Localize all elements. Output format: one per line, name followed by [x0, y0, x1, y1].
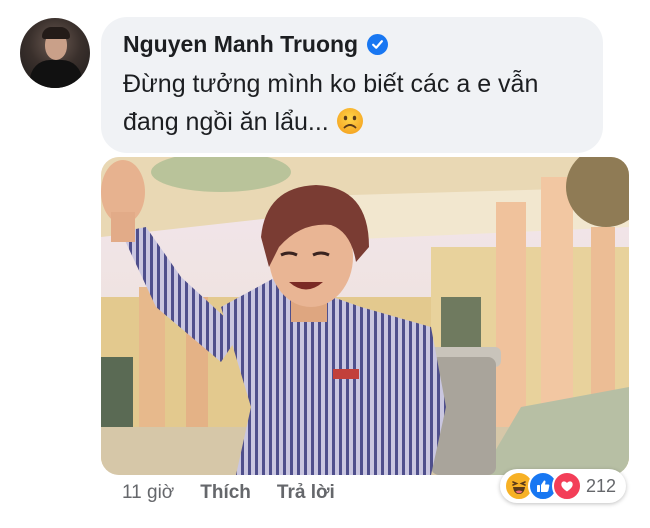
- frowning-face-emoji: [336, 107, 364, 135]
- avatar-body: [30, 60, 82, 88]
- author-name[interactable]: Nguyen Manh Truong: [123, 31, 358, 58]
- comment-text: Đừng tưởng mình ko biết các a e vẫn đang…: [123, 65, 593, 141]
- author-avatar[interactable]: [20, 18, 90, 88]
- comment-author[interactable]: Nguyen Manh Truong: [123, 31, 389, 58]
- comment-time[interactable]: 11 giờ: [122, 482, 174, 504]
- reply-button[interactable]: Trả lời: [277, 482, 335, 504]
- comment-photo[interactable]: [101, 157, 629, 475]
- comment-text-line-2: đang ngồi ăn lẩu...: [123, 108, 329, 136]
- love-icon: [552, 471, 582, 501]
- reaction-count: 212: [586, 475, 617, 496]
- comment-bubble: Nguyen Manh Truong Đừng tưởng mình ko bi…: [101, 17, 603, 153]
- avatar-hair: [42, 27, 70, 39]
- reactions-summary[interactable]: 212: [500, 469, 627, 503]
- like-button[interactable]: Thích: [200, 482, 251, 504]
- verified-badge-icon: [367, 34, 389, 55]
- comment-meta: 11 giờ Thích Trả lời: [122, 482, 361, 504]
- comment-text-line-1: Đừng tưởng mình ko biết các a e vẫn: [123, 70, 539, 98]
